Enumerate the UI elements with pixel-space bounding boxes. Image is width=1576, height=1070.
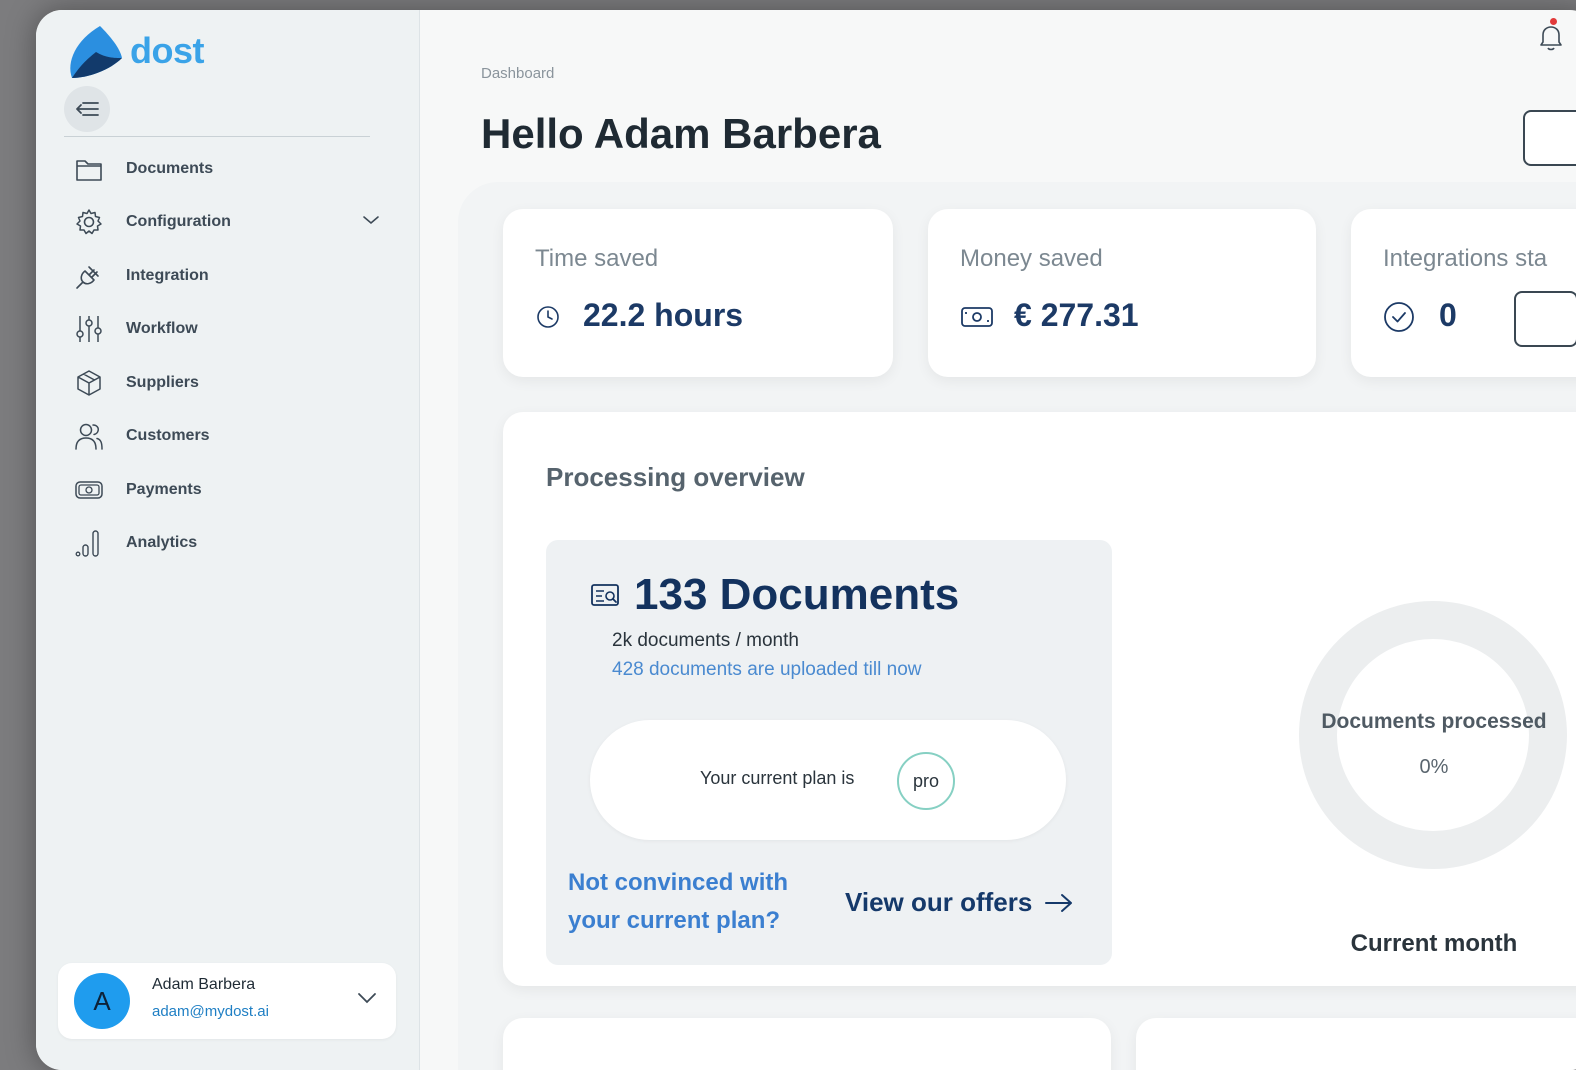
box-icon bbox=[72, 366, 106, 400]
clock-icon bbox=[537, 306, 559, 328]
page-title: Hello Adam Barbera bbox=[481, 110, 881, 157]
sliders-icon bbox=[72, 312, 106, 346]
breadcrumb[interactable]: Dashboard bbox=[481, 65, 554, 82]
sidebar-item-suppliers[interactable]: Suppliers bbox=[72, 356, 392, 410]
brand-name: dost bbox=[130, 30, 205, 71]
integrations-card: Integrations sta 0 bbox=[1351, 209, 1576, 377]
sidebar-item-documents[interactable]: Documents bbox=[72, 142, 392, 196]
stat-value: € 277.31 bbox=[1014, 297, 1139, 333]
sidebar-item-label: Documents bbox=[126, 159, 214, 177]
sidebar-item-configuration[interactable]: Configuration bbox=[72, 196, 392, 250]
sidebar: dost Documents Configuration Integration… bbox=[36, 10, 420, 1070]
period-label: Current month bbox=[1350, 930, 1518, 957]
collapse-sidebar-button[interactable] bbox=[64, 86, 110, 132]
check-circle-icon bbox=[1384, 302, 1414, 332]
sidebar-item-label: Suppliers bbox=[126, 373, 199, 391]
app-window: dost Documents Configuration Integration… bbox=[36, 10, 1576, 1070]
chevron-down-icon[interactable] bbox=[362, 214, 380, 226]
plan-text: Your current plan is bbox=[700, 768, 855, 788]
bottom-card-left bbox=[503, 1018, 1111, 1070]
header-action-button[interactable] bbox=[1523, 110, 1576, 166]
donut-title: Documents processed bbox=[1321, 710, 1547, 733]
bar-chart-icon bbox=[72, 526, 106, 560]
sidebar-item-analytics[interactable]: Analytics bbox=[72, 517, 392, 571]
current-plan: Your current plan is pro bbox=[590, 720, 1066, 840]
money-saved-card: Money saved € 277.31 bbox=[928, 209, 1316, 377]
banknote-icon bbox=[72, 473, 106, 507]
user-name: Adam Barbera bbox=[152, 976, 256, 993]
arrow-right-icon bbox=[1045, 893, 1073, 912]
documents-processed-donut bbox=[1299, 601, 1567, 869]
stat-value: 22.2 hours bbox=[583, 297, 744, 333]
sidebar-item-payments[interactable]: Payments bbox=[72, 463, 392, 517]
view-offers-link[interactable]: View our offers bbox=[845, 887, 1074, 918]
sidebar-item-label: Payments bbox=[126, 480, 202, 498]
sidebar-item-customers[interactable]: Customers bbox=[72, 410, 392, 464]
chevron-down-icon[interactable] bbox=[356, 991, 378, 1005]
stat-label: Money saved bbox=[960, 245, 1103, 272]
plan-badge: pro bbox=[897, 752, 955, 810]
bell-icon[interactable] bbox=[1538, 22, 1564, 52]
logo[interactable]: dost bbox=[66, 22, 205, 80]
documents-uploaded: 428 documents are uploaded till now bbox=[612, 659, 922, 680]
sidebar-nav: Documents Configuration Integration Work… bbox=[72, 142, 392, 570]
gear-icon bbox=[72, 205, 106, 239]
integrations-action-button[interactable] bbox=[1514, 291, 1576, 347]
documents-summary: 133 Documents 2k documents / month 428 d… bbox=[546, 540, 1112, 965]
avatar: A bbox=[74, 973, 130, 1029]
sidebar-item-integration[interactable]: Integration bbox=[72, 249, 392, 303]
donut-value: 0% bbox=[1419, 756, 1449, 778]
sidebar-divider bbox=[64, 136, 370, 137]
documents-count: 133 Documents bbox=[634, 570, 960, 619]
stat-label: Time saved bbox=[535, 245, 659, 272]
upgrade-prompt: Not convinced with your current plan? bbox=[568, 869, 789, 934]
user-email: adam@mydost.ai bbox=[152, 1003, 269, 1020]
folder-icon bbox=[72, 152, 106, 186]
sidebar-item-label: Integration bbox=[126, 266, 209, 284]
collapse-menu-icon bbox=[76, 102, 99, 116]
sidebar-item-label: Customers bbox=[126, 427, 210, 445]
section-title: Processing overview bbox=[546, 462, 805, 492]
notification-dot bbox=[1550, 18, 1557, 25]
documents-rate: 2k documents / month bbox=[612, 630, 799, 651]
processing-overview-card: Processing overview 133 Documents 2k doc… bbox=[503, 412, 1576, 986]
dashboard-panel: Time saved 22.2 hours Money saved € 277.… bbox=[458, 182, 1576, 1070]
plug-icon bbox=[72, 259, 106, 293]
banknote-icon bbox=[961, 307, 993, 327]
sidebar-item-workflow[interactable]: Workflow bbox=[72, 303, 392, 357]
user-menu[interactable]: A Adam Barbera adam@mydost.ai bbox=[58, 963, 396, 1039]
dost-logo-icon bbox=[70, 26, 122, 78]
stat-value: 0 bbox=[1439, 297, 1457, 333]
users-icon bbox=[72, 419, 106, 453]
bottom-card-right bbox=[1136, 1018, 1576, 1070]
sidebar-item-label: Workflow bbox=[126, 320, 198, 338]
sidebar-item-label: Configuration bbox=[126, 213, 231, 231]
stat-label: Integrations sta bbox=[1383, 245, 1548, 272]
sidebar-item-label: Analytics bbox=[126, 534, 198, 552]
time-saved-card: Time saved 22.2 hours bbox=[503, 209, 893, 377]
view-offers-label: View our offers bbox=[845, 887, 1033, 917]
main-content: Dashboard Hello Adam Barbera Time saved … bbox=[420, 10, 1576, 1070]
document-search-icon bbox=[591, 584, 619, 606]
